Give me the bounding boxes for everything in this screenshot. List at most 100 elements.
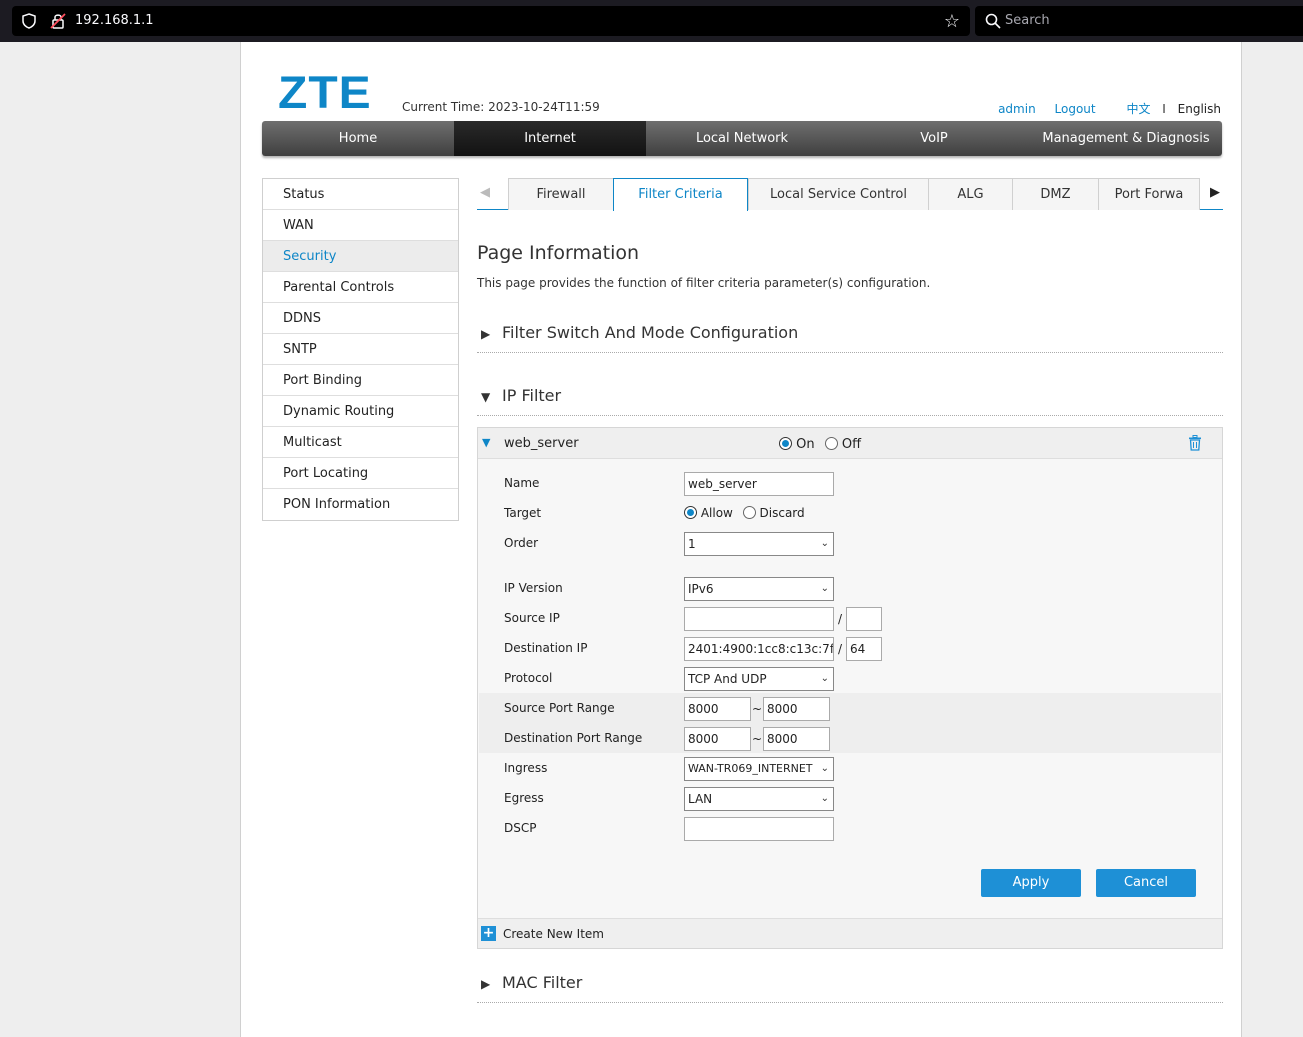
top-links: admin Logout 中文 I English	[983, 100, 1221, 117]
logout-link[interactable]: Logout	[1055, 102, 1096, 116]
nav-internet[interactable]: Internet	[454, 121, 646, 156]
chevron-down-icon: ⌄	[820, 583, 829, 594]
row-name: Name web_server	[479, 468, 1221, 498]
target-discard-radio[interactable]	[742, 506, 756, 519]
address-bar[interactable]: 192.168.1.1 ☆	[12, 6, 970, 36]
collapse-triangle-icon: ▼	[481, 390, 491, 404]
slash-separator: /	[837, 642, 843, 656]
insecure-lock-icon[interactable]	[50, 12, 66, 30]
expand-triangle-icon: ▶	[481, 327, 491, 341]
cancel-button[interactable]: Cancel	[1096, 869, 1196, 897]
apply-button[interactable]: Apply	[981, 869, 1081, 897]
rule-off-label: Off	[841, 437, 862, 452]
sidebar-item-dynamic-routing[interactable]: Dynamic Routing	[263, 396, 458, 427]
sidebar-item-ddns[interactable]: DDNS	[263, 303, 458, 334]
target-allow-label: Allow	[700, 506, 733, 520]
user-link[interactable]: admin	[998, 102, 1036, 116]
tab-filter-criteria[interactable]: Filter Criteria	[613, 178, 748, 211]
sidebar-item-status[interactable]: Status	[263, 179, 458, 210]
expand-triangle-icon: ▶	[481, 977, 491, 991]
row-protocol: Protocol TCP And UDP ⌄	[479, 663, 1221, 693]
ip-version-select[interactable]: IPv6 ⌄	[684, 577, 834, 601]
section-ip-filter[interactable]: ▼ IP Filter	[477, 386, 1223, 416]
sidebar-item-port-locating[interactable]: Port Locating	[263, 458, 458, 489]
tabs-scroll-left-icon[interactable]: ◀	[480, 185, 490, 200]
ingress-label: Ingress	[504, 761, 548, 775]
sub-tabs: ◀ Firewall Filter Criteria Local Service…	[477, 178, 1223, 211]
sidebar-item-sntp[interactable]: SNTP	[263, 334, 458, 365]
nav-home[interactable]: Home	[262, 121, 454, 156]
destination-port-start-input[interactable]: 8000	[684, 727, 751, 751]
tab-dmz[interactable]: DMZ	[1012, 178, 1099, 210]
sidebar-item-wan[interactable]: WAN	[263, 210, 458, 241]
target-allow-radio[interactable]	[684, 506, 697, 519]
rule-enable-toggle: On Off	[779, 437, 861, 452]
section-mac-filter-title: MAC Filter	[502, 973, 583, 992]
protocol-select[interactable]: TCP And UDP ⌄	[684, 667, 834, 691]
section-mac-filter[interactable]: ▶ MAC Filter	[477, 973, 1223, 1003]
name-label: Name	[504, 476, 540, 490]
lang-chinese-link[interactable]: 中文	[1126, 102, 1150, 116]
target-discard-label: Discard	[759, 506, 805, 520]
sidebar-item-pon-information[interactable]: PON Information	[263, 489, 458, 520]
browser-search-box[interactable]: Search	[975, 6, 1303, 36]
rule-off-radio[interactable]	[824, 437, 838, 450]
section-filter-switch-title: Filter Switch And Mode Configuration	[502, 323, 799, 342]
name-input[interactable]: web_server	[684, 472, 834, 496]
tabs-scroll-right-icon[interactable]: ▶	[1210, 185, 1220, 200]
search-placeholder: Search	[1005, 13, 1050, 28]
row-target: Target Allow Discard	[479, 498, 1221, 528]
target-label: Target	[504, 506, 542, 520]
nav-voip[interactable]: VoIP	[838, 121, 1030, 156]
browser-toolbar: 192.168.1.1 ☆ Search	[0, 0, 1303, 42]
rule-header[interactable]: ▼ web_server On Off	[478, 428, 1222, 459]
destination-ip-input[interactable]: 2401:4900:1cc8:c13c:7faf::	[684, 637, 834, 661]
tab-port-forwarding[interactable]: Port Forwa	[1098, 178, 1200, 210]
ip-filter-rule: ▼ web_server On Off Name web_server Targ…	[477, 427, 1223, 949]
search-icon	[985, 13, 1001, 29]
protocol-value: TCP And UDP	[688, 672, 767, 686]
chevron-down-icon: ⌄	[820, 538, 829, 549]
tab-local-service-control[interactable]: Local Service Control	[748, 178, 929, 210]
egress-label: Egress	[504, 791, 544, 805]
main-nav: Home Internet Local Network VoIP Managem…	[262, 121, 1222, 156]
order-value: 1	[688, 537, 696, 551]
nav-local-network[interactable]: Local Network	[646, 121, 838, 156]
nav-management-diagnosis[interactable]: Management & Diagnosis	[1030, 121, 1222, 156]
sidebar-item-multicast[interactable]: Multicast	[263, 427, 458, 458]
plus-icon[interactable]: +	[481, 926, 496, 941]
lang-english-link[interactable]: English	[1178, 102, 1221, 116]
destination-prefix-input[interactable]: 64	[846, 637, 882, 661]
sidebar-item-security[interactable]: Security	[263, 241, 458, 272]
source-port-start-input[interactable]: 8000	[684, 697, 751, 721]
rule-on-radio[interactable]	[779, 437, 792, 450]
egress-select[interactable]: LAN ⌄	[684, 787, 834, 811]
order-select[interactable]: 1 ⌄	[684, 532, 834, 556]
ingress-select[interactable]: WAN-TR069_INTERNET ⌄	[684, 757, 834, 781]
chevron-down-icon: ⌄	[820, 793, 829, 804]
sidebar-item-port-binding[interactable]: Port Binding	[263, 365, 458, 396]
ingress-value: WAN-TR069_INTERNET	[688, 762, 813, 775]
row-destination-port-range: Destination Port Range 8000 ~8000	[479, 723, 1221, 753]
create-new-item[interactable]: + Create New Item	[478, 918, 1222, 948]
source-prefix-input[interactable]	[846, 607, 882, 631]
trash-icon[interactable]	[1188, 435, 1202, 451]
lang-separator: I	[1162, 102, 1166, 116]
tilde-separator: ~	[751, 732, 763, 746]
row-ip-version: IP Version IPv6 ⌄	[479, 573, 1221, 603]
source-ip-input[interactable]	[684, 607, 834, 631]
dscp-input[interactable]	[684, 817, 834, 841]
protocol-label: Protocol	[504, 671, 553, 685]
create-new-item-label: Create New Item	[503, 927, 604, 941]
rule-collapse-icon[interactable]: ▼	[482, 436, 490, 449]
sidebar-item-parental-controls[interactable]: Parental Controls	[263, 272, 458, 303]
destination-port-end-input[interactable]: 8000	[763, 727, 830, 751]
row-egress: Egress LAN ⌄	[479, 783, 1221, 813]
section-filter-switch[interactable]: ▶ Filter Switch And Mode Configuration	[477, 323, 1223, 353]
tab-alg[interactable]: ALG	[928, 178, 1013, 210]
tab-firewall[interactable]: Firewall	[508, 178, 614, 210]
source-port-end-input[interactable]: 8000	[763, 697, 830, 721]
shield-icon[interactable]	[22, 13, 36, 29]
current-time: Current Time: 2023-10-24T11:59	[402, 100, 600, 114]
bookmark-star-icon[interactable]: ☆	[944, 11, 960, 32]
